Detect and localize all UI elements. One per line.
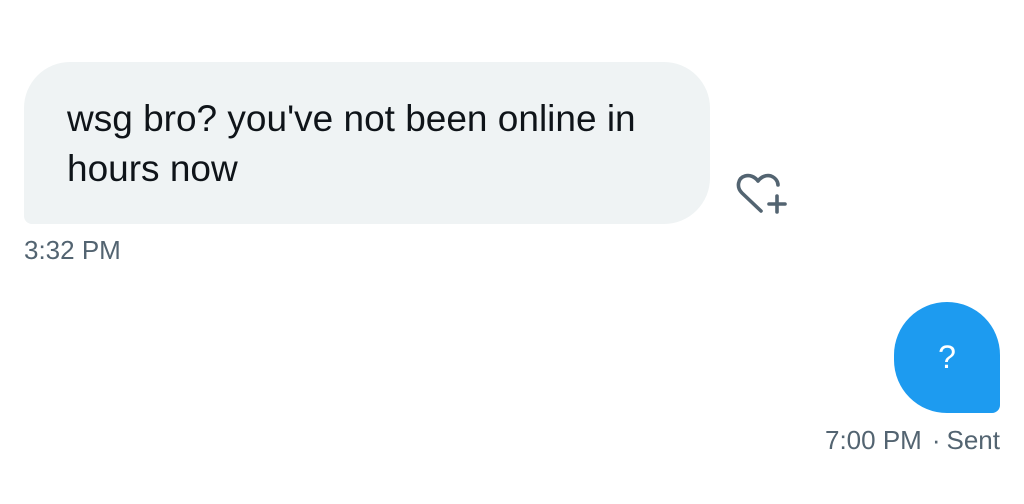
sent-message-meta: 7:00 PM · Sent	[825, 424, 1000, 456]
sent-message-timestamp: 7:00 PM	[825, 425, 922, 455]
sent-message-bubble[interactable]: ?	[894, 302, 1000, 413]
heart-plus-icon	[736, 173, 787, 214]
meta-separator: ·	[931, 425, 941, 455]
received-message-bubble[interactable]: wsg bro? you've not been online in hours…	[24, 62, 710, 224]
add-reaction-button[interactable]	[734, 170, 790, 218]
received-message-text: wsg bro? you've not been online in hours…	[67, 98, 636, 189]
sent-message-text: ?	[938, 339, 956, 375]
received-message-timestamp: 3:32 PM	[24, 235, 121, 265]
sent-status: Sent	[946, 425, 1001, 455]
